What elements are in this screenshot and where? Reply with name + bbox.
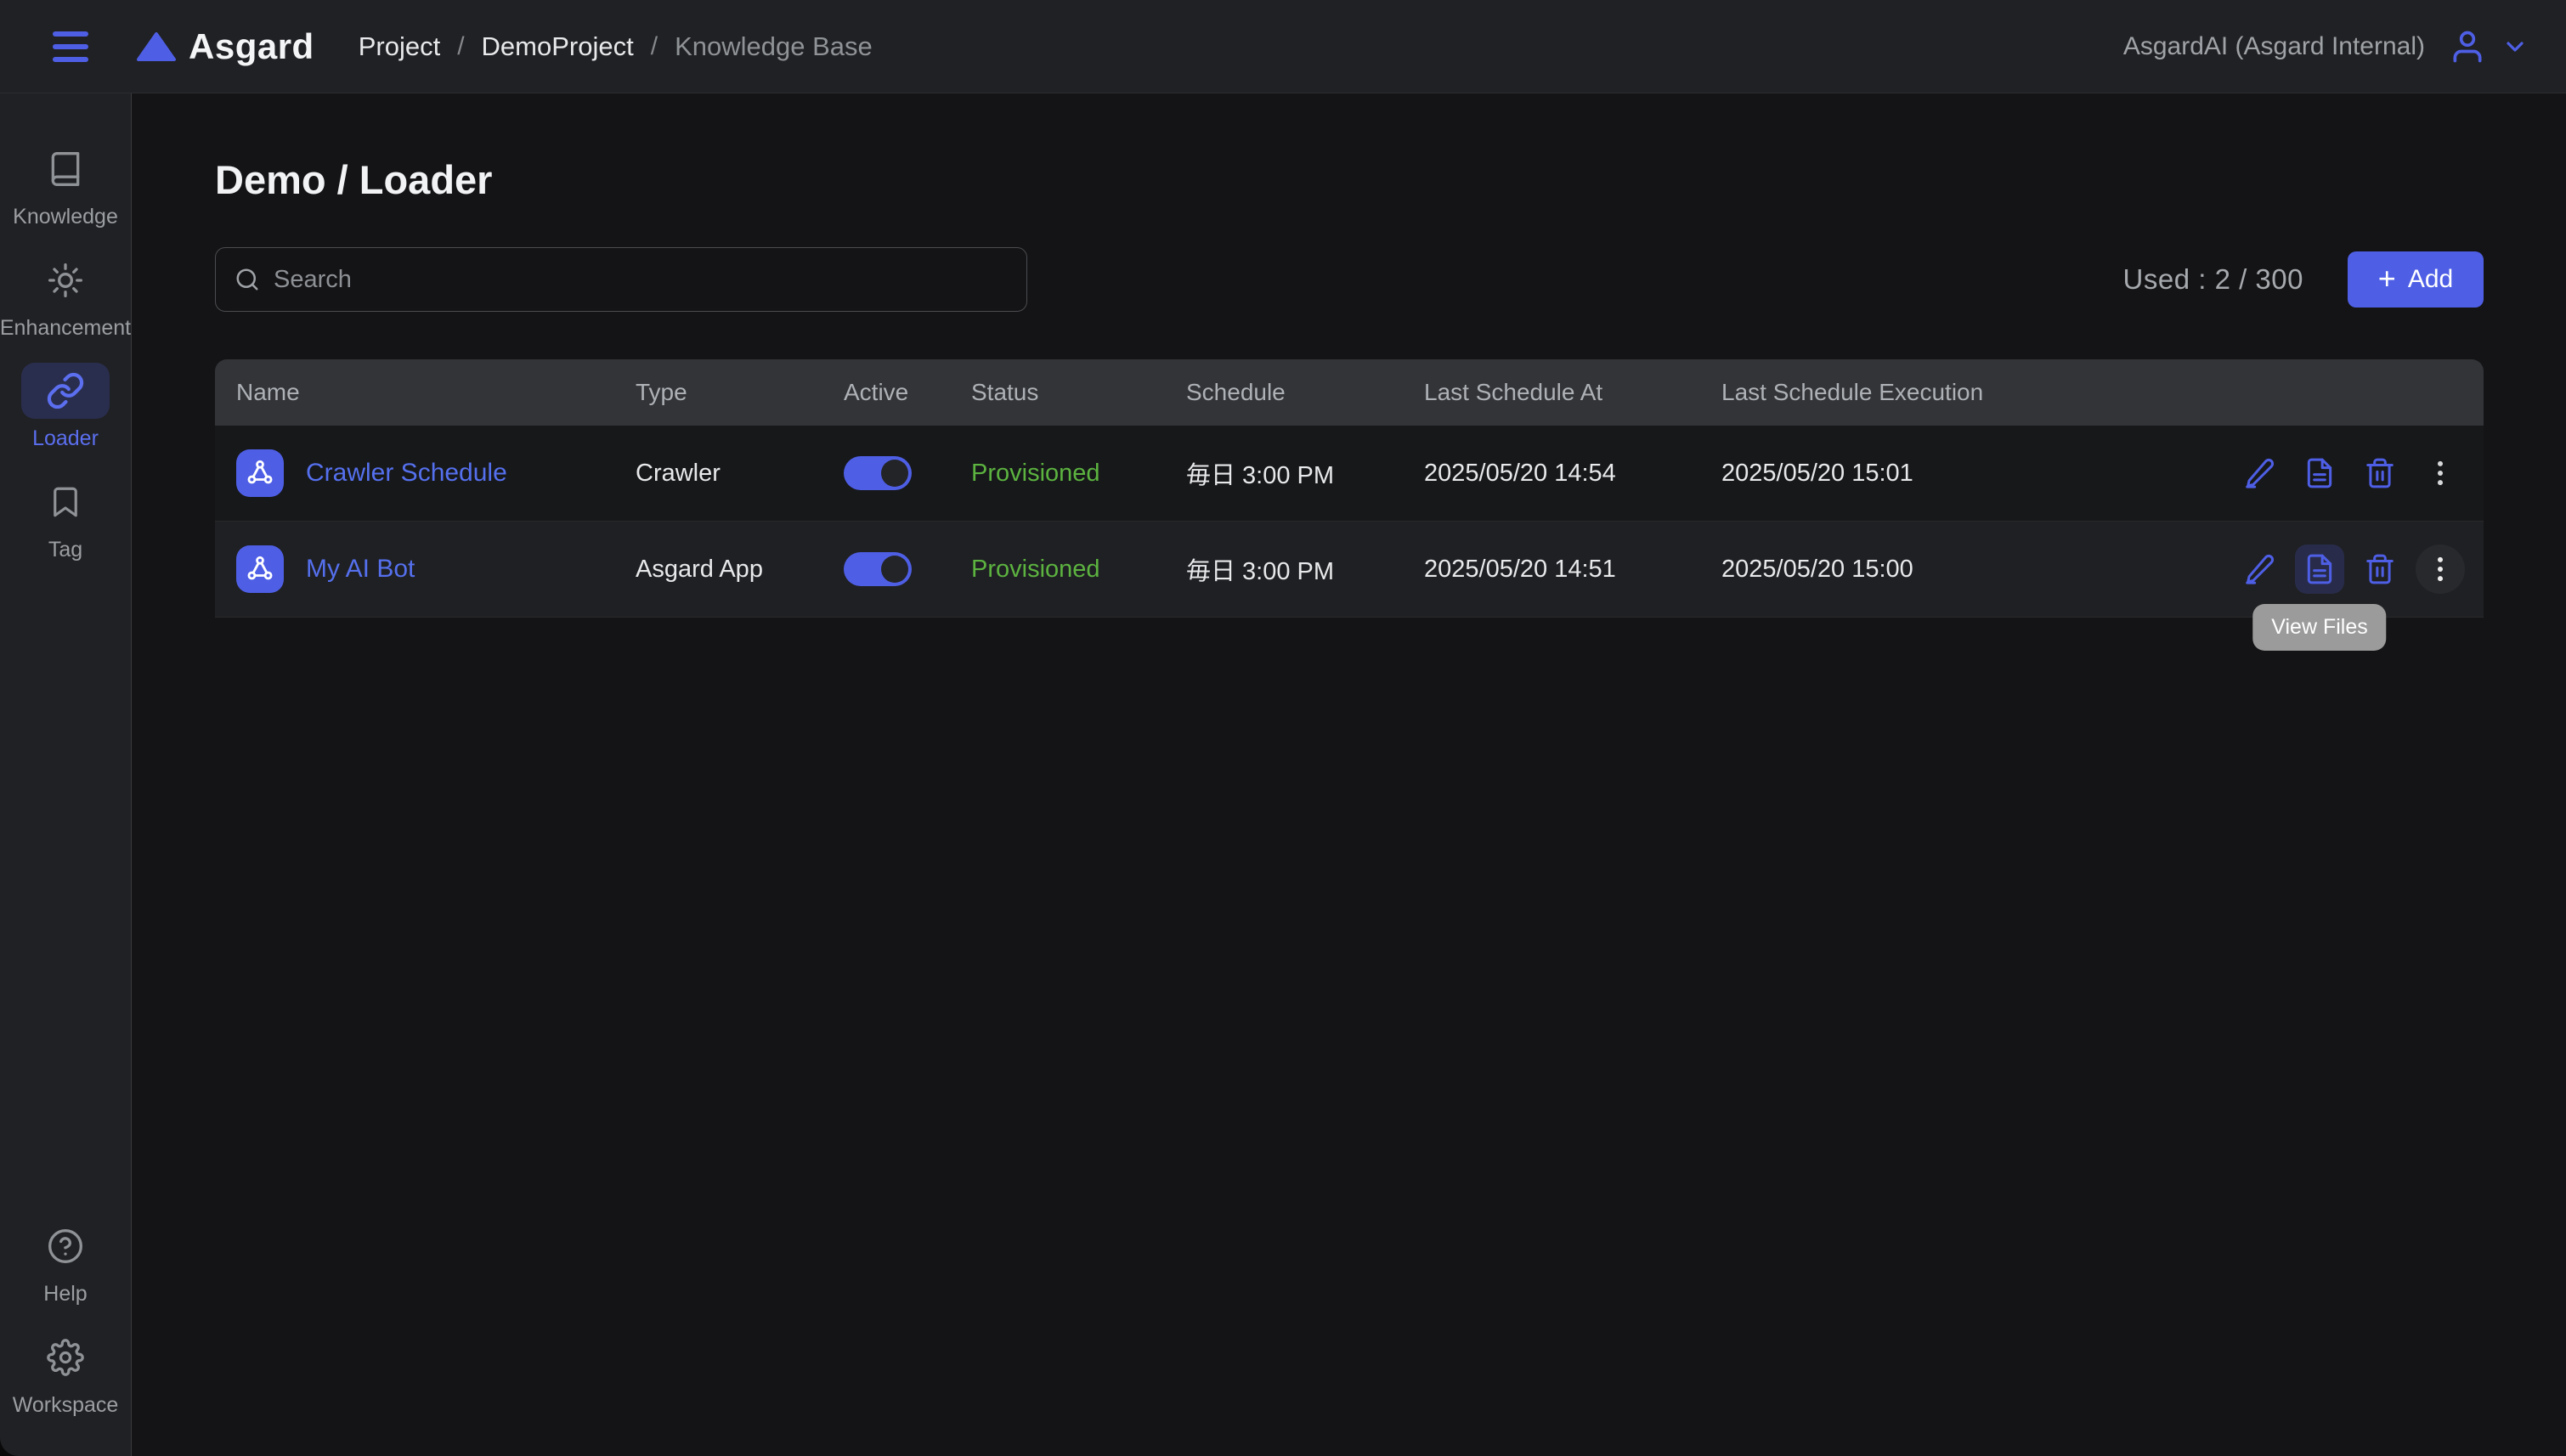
sun-icon bbox=[47, 262, 84, 299]
page-title: Demo / Loader bbox=[215, 156, 2484, 203]
trash-icon bbox=[2364, 457, 2396, 489]
sidebar-item-label: Loader bbox=[32, 427, 99, 451]
help-circle-icon bbox=[47, 1227, 84, 1265]
row-last-schedule-execution: 2025/05/20 15:01 bbox=[1721, 460, 2129, 488]
search-input[interactable] bbox=[274, 266, 1008, 294]
delete-button[interactable] bbox=[2355, 545, 2405, 594]
row-name-link[interactable]: Crawler Schedule bbox=[306, 459, 507, 488]
main-content: Demo / Loader Used : 2 / 300 + Add bbox=[132, 93, 2566, 1456]
status-badge: Provisioned bbox=[971, 556, 1186, 584]
delete-button[interactable] bbox=[2355, 449, 2405, 498]
kebab-menu-icon bbox=[2424, 553, 2456, 585]
row-last-schedule-at: 2025/05/20 14:54 bbox=[1424, 460, 1721, 488]
trash-icon bbox=[2364, 553, 2396, 585]
account-area: AsgardAI (Asgard Internal) bbox=[2123, 28, 2529, 65]
column-header-status: Status bbox=[971, 379, 1186, 406]
breadcrumb-item-demoproject[interactable]: DemoProject bbox=[482, 31, 634, 62]
sidebar-item-workspace[interactable]: Workspace bbox=[0, 1329, 131, 1418]
loader-type-icon bbox=[236, 449, 284, 497]
book-icon bbox=[47, 150, 84, 188]
sidebar-item-label: Help bbox=[43, 1283, 87, 1306]
sidebar-item-help[interactable]: Help bbox=[0, 1218, 131, 1306]
column-header-name: Name bbox=[236, 379, 636, 406]
breadcrumb-separator: / bbox=[457, 32, 464, 61]
chevron-down-icon[interactable] bbox=[2501, 33, 2529, 60]
sidebar-item-enhancement[interactable]: Enhancement bbox=[0, 252, 131, 341]
row-actions: View Files bbox=[2129, 545, 2484, 594]
sidebar: Knowledge Enhancement bbox=[0, 93, 132, 1456]
pencil-icon bbox=[2243, 553, 2275, 585]
column-header-active: Active bbox=[844, 379, 971, 406]
knot-icon bbox=[245, 458, 275, 488]
sidebar-item-knowledge[interactable]: Knowledge bbox=[0, 141, 131, 229]
edit-button[interactable] bbox=[2235, 449, 2284, 498]
sidebar-item-tag[interactable]: Tag bbox=[0, 474, 131, 562]
active-toggle[interactable] bbox=[844, 456, 912, 490]
table-row: Crawler Schedule Crawler Provisioned 毎日 … bbox=[215, 426, 2484, 522]
logo-triangle-icon bbox=[136, 31, 177, 62]
add-button[interactable]: + Add bbox=[2348, 251, 2484, 308]
sidebar-item-label: Knowledge bbox=[13, 206, 118, 229]
pencil-icon bbox=[2243, 457, 2275, 489]
table-row: My AI Bot Asgard App Provisioned 毎日 3:00… bbox=[215, 522, 2484, 618]
column-header-type: Type bbox=[636, 379, 844, 406]
row-type: Asgard App bbox=[636, 556, 844, 584]
top-header: Asgard Project / DemoProject / Knowledge… bbox=[0, 0, 2566, 93]
user-icon[interactable] bbox=[2449, 28, 2486, 65]
column-header-schedule: Schedule bbox=[1186, 379, 1424, 406]
row-schedule: 毎日 3:00 PM bbox=[1186, 455, 1424, 491]
status-badge: Provisioned bbox=[971, 460, 1186, 488]
sidebar-item-label: Tag bbox=[48, 539, 82, 562]
edit-button[interactable] bbox=[2235, 545, 2284, 594]
file-icon bbox=[2303, 457, 2336, 489]
breadcrumb-item-project[interactable]: Project bbox=[359, 31, 440, 62]
row-schedule: 毎日 3:00 PM bbox=[1186, 551, 1424, 587]
breadcrumb-item-knowledge-base: Knowledge Base bbox=[675, 31, 873, 62]
sidebar-item-label: Workspace bbox=[13, 1394, 119, 1418]
app-window: Asgard Project / DemoProject / Knowledge… bbox=[0, 0, 2566, 1456]
more-options-button[interactable] bbox=[2416, 545, 2465, 594]
active-toggle[interactable] bbox=[844, 552, 912, 586]
row-actions bbox=[2129, 449, 2484, 498]
toolbar: Used : 2 / 300 + Add bbox=[215, 247, 2484, 312]
gear-icon bbox=[47, 1339, 84, 1376]
account-name: AsgardAI (Asgard Internal) bbox=[2123, 32, 2425, 61]
column-header-last-schedule-at: Last Schedule At bbox=[1424, 379, 1721, 406]
plus-icon: + bbox=[2378, 263, 2396, 294]
search-icon bbox=[235, 267, 260, 292]
table-header: Name Type Active Status Schedule Last Sc… bbox=[215, 359, 2484, 426]
view-files-button[interactable] bbox=[2295, 449, 2344, 498]
breadcrumb: Project / DemoProject / Knowledge Base bbox=[359, 31, 873, 62]
logo-text: Asgard bbox=[189, 26, 314, 67]
add-button-label: Add bbox=[2408, 265, 2453, 294]
loader-type-icon bbox=[236, 545, 284, 593]
usage-counter: Used : 2 / 300 bbox=[2123, 263, 2303, 296]
more-options-button[interactable] bbox=[2416, 449, 2465, 498]
bookmark-icon bbox=[48, 484, 83, 520]
row-name-link[interactable]: My AI Bot bbox=[306, 555, 415, 584]
breadcrumb-separator: / bbox=[651, 32, 658, 61]
column-header-last-schedule-execution: Last Schedule Execution bbox=[1721, 379, 2129, 406]
link-icon bbox=[46, 371, 85, 410]
view-files-button[interactable]: View Files bbox=[2295, 545, 2344, 594]
kebab-menu-icon bbox=[2424, 457, 2456, 489]
row-last-schedule-at: 2025/05/20 14:51 bbox=[1424, 556, 1721, 584]
loader-table: Name Type Active Status Schedule Last Sc… bbox=[215, 359, 2484, 618]
row-last-schedule-execution: 2025/05/20 15:00 bbox=[1721, 556, 2129, 584]
sidebar-item-loader[interactable]: Loader bbox=[0, 363, 131, 451]
hamburger-menu-icon[interactable] bbox=[53, 31, 90, 62]
knot-icon bbox=[245, 554, 275, 584]
search-box bbox=[215, 247, 1027, 312]
sidebar-item-label: Enhancement bbox=[0, 317, 131, 341]
view-files-tooltip: View Files bbox=[2252, 604, 2386, 651]
row-type: Crawler bbox=[636, 460, 844, 488]
file-icon bbox=[2303, 553, 2336, 585]
